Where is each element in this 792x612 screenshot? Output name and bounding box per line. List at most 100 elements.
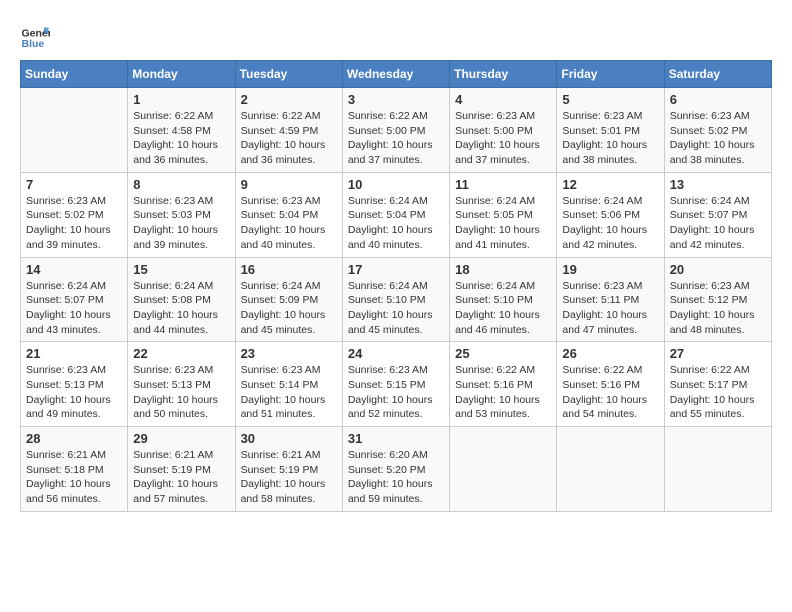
day-number: 29 bbox=[133, 431, 229, 446]
calendar-cell: 29 Sunrise: 6:21 AMSunset: 5:19 PMDayligh… bbox=[128, 427, 235, 512]
day-number: 22 bbox=[133, 346, 229, 361]
cell-content: Sunrise: 6:24 AMSunset: 5:05 PMDaylight:… bbox=[455, 194, 551, 253]
calendar-cell: 12Sunrise: 6:24 AMSunset: 5:06 PMDayligh… bbox=[557, 172, 664, 257]
day-number: 6 bbox=[670, 92, 766, 107]
day-number: 8 bbox=[133, 177, 229, 192]
cell-content: Sunrise: 6:24 AMSunset: 5:07 PMDaylight:… bbox=[670, 194, 766, 253]
calendar-week-row: 21 Sunrise: 6:23 AMSunset: 5:13 PMDayligh… bbox=[21, 342, 772, 427]
cell-content: Sunrise: 6:24 AMSunset: 5:10 PMDaylight:… bbox=[348, 279, 444, 338]
day-number: 9 bbox=[241, 177, 337, 192]
cell-content: Sunrise: 6:23 AMSunset: 5:02 PMDaylight:… bbox=[26, 194, 122, 253]
day-number: 19 bbox=[562, 262, 658, 277]
day-number: 2 bbox=[241, 92, 337, 107]
cell-content: Sunrise: 6:24 AMSunset: 5:04 PMDaylight:… bbox=[348, 194, 444, 253]
day-number: 27 bbox=[670, 346, 766, 361]
day-number: 11 bbox=[455, 177, 551, 192]
day-number: 24 bbox=[348, 346, 444, 361]
cell-content: Sunrise: 6:23 AMSunset: 5:14 PMDaylight:… bbox=[241, 363, 337, 422]
day-number: 1 bbox=[133, 92, 229, 107]
calendar-cell: 30Sunrise: 6:21 AMSunset: 5:19 PMDayligh… bbox=[235, 427, 342, 512]
day-number: 3 bbox=[348, 92, 444, 107]
calendar-cell: 6 Sunrise: 6:23 AMSunset: 5:02 PMDaylight… bbox=[664, 88, 771, 173]
day-header-saturday: Saturday bbox=[664, 61, 771, 88]
calendar-week-row: 1 Sunrise: 6:22 AMSunset: 4:58 PMDaylight… bbox=[21, 88, 772, 173]
calendar-cell: 19 Sunrise: 6:23 AMSunset: 5:11 PMDayligh… bbox=[557, 257, 664, 342]
day-number: 7 bbox=[26, 177, 122, 192]
cell-content: Sunrise: 6:24 AMSunset: 5:09 PMDaylight:… bbox=[241, 279, 337, 338]
cell-content: Sunrise: 6:22 AMSunset: 5:16 PMDaylight:… bbox=[455, 363, 551, 422]
day-header-thursday: Thursday bbox=[450, 61, 557, 88]
day-number: 14 bbox=[26, 262, 122, 277]
day-number: 28 bbox=[26, 431, 122, 446]
day-number: 4 bbox=[455, 92, 551, 107]
calendar-table: SundayMondayTuesdayWednesdayThursdayFrid… bbox=[20, 60, 772, 512]
calendar-cell: 20Sunrise: 6:23 AMSunset: 5:12 PMDayligh… bbox=[664, 257, 771, 342]
cell-content: Sunrise: 6:23 AMSunset: 5:15 PMDaylight:… bbox=[348, 363, 444, 422]
calendar-cell: 4 Sunrise: 6:23 AMSunset: 5:00 PMDaylight… bbox=[450, 88, 557, 173]
cell-content: Sunrise: 6:22 AMSunset: 5:17 PMDaylight:… bbox=[670, 363, 766, 422]
day-number: 18 bbox=[455, 262, 551, 277]
day-header-sunday: Sunday bbox=[21, 61, 128, 88]
day-number: 26 bbox=[562, 346, 658, 361]
calendar-cell: 1 Sunrise: 6:22 AMSunset: 4:58 PMDaylight… bbox=[128, 88, 235, 173]
svg-text:Blue: Blue bbox=[22, 38, 45, 50]
cell-content: Sunrise: 6:23 AMSunset: 5:02 PMDaylight:… bbox=[670, 109, 766, 168]
cell-content: Sunrise: 6:24 AMSunset: 5:10 PMDaylight:… bbox=[455, 279, 551, 338]
calendar-week-row: 7 Sunrise: 6:23 AMSunset: 5:02 PMDaylight… bbox=[21, 172, 772, 257]
cell-content: Sunrise: 6:23 AMSunset: 5:03 PMDaylight:… bbox=[133, 194, 229, 253]
calendar-cell: 21 Sunrise: 6:23 AMSunset: 5:13 PMDayligh… bbox=[21, 342, 128, 427]
calendar-cell: 9Sunrise: 6:23 AMSunset: 5:04 PMDaylight… bbox=[235, 172, 342, 257]
day-number: 15 bbox=[133, 262, 229, 277]
calendar-body: 1 Sunrise: 6:22 AMSunset: 4:58 PMDaylight… bbox=[21, 88, 772, 512]
calendar-cell: 10Sunrise: 6:24 AMSunset: 5:04 PMDayligh… bbox=[342, 172, 449, 257]
calendar-cell: 16 Sunrise: 6:24 AMSunset: 5:09 PMDayligh… bbox=[235, 257, 342, 342]
calendar-cell: 31 Sunrise: 6:20 AMSunset: 5:20 PMDayligh… bbox=[342, 427, 449, 512]
cell-content: Sunrise: 6:23 AMSunset: 5:00 PMDaylight:… bbox=[455, 109, 551, 168]
calendar-cell: 18 Sunrise: 6:24 AMSunset: 5:10 PMDayligh… bbox=[450, 257, 557, 342]
cell-content: Sunrise: 6:24 AMSunset: 5:07 PMDaylight:… bbox=[26, 279, 122, 338]
day-number: 31 bbox=[348, 431, 444, 446]
cell-content: Sunrise: 6:22 AMSunset: 5:16 PMDaylight:… bbox=[562, 363, 658, 422]
page-header: General Blue bbox=[20, 20, 772, 50]
calendar-cell: 3Sunrise: 6:22 AMSunset: 5:00 PMDaylight… bbox=[342, 88, 449, 173]
day-number: 21 bbox=[26, 346, 122, 361]
calendar-week-row: 14 Sunrise: 6:24 AMSunset: 5:07 PMDayligh… bbox=[21, 257, 772, 342]
day-number: 13 bbox=[670, 177, 766, 192]
cell-content: Sunrise: 6:23 AMSunset: 5:11 PMDaylight:… bbox=[562, 279, 658, 338]
cell-content: Sunrise: 6:22 AMSunset: 4:58 PMDaylight:… bbox=[133, 109, 229, 168]
cell-content: Sunrise: 6:24 AMSunset: 5:06 PMDaylight:… bbox=[562, 194, 658, 253]
calendar-cell bbox=[21, 88, 128, 173]
calendar-cell bbox=[557, 427, 664, 512]
calendar-header-row: SundayMondayTuesdayWednesdayThursdayFrid… bbox=[21, 61, 772, 88]
day-number: 23 bbox=[241, 346, 337, 361]
calendar-cell: 17 Sunrise: 6:24 AMSunset: 5:10 PMDayligh… bbox=[342, 257, 449, 342]
day-number: 20 bbox=[670, 262, 766, 277]
cell-content: Sunrise: 6:24 AMSunset: 5:08 PMDaylight:… bbox=[133, 279, 229, 338]
calendar-cell: 24 Sunrise: 6:23 AMSunset: 5:15 PMDayligh… bbox=[342, 342, 449, 427]
day-number: 16 bbox=[241, 262, 337, 277]
calendar-cell: 13 Sunrise: 6:24 AMSunset: 5:07 PMDayligh… bbox=[664, 172, 771, 257]
day-number: 25 bbox=[455, 346, 551, 361]
calendar-cell bbox=[664, 427, 771, 512]
cell-content: Sunrise: 6:23 AMSunset: 5:01 PMDaylight:… bbox=[562, 109, 658, 168]
day-number: 17 bbox=[348, 262, 444, 277]
cell-content: Sunrise: 6:21 AMSunset: 5:18 PMDaylight:… bbox=[26, 448, 122, 507]
cell-content: Sunrise: 6:23 AMSunset: 5:13 PMDaylight:… bbox=[26, 363, 122, 422]
calendar-cell: 23 Sunrise: 6:23 AMSunset: 5:14 PMDayligh… bbox=[235, 342, 342, 427]
cell-content: Sunrise: 6:21 AMSunset: 5:19 PMDaylight:… bbox=[241, 448, 337, 507]
day-header-tuesday: Tuesday bbox=[235, 61, 342, 88]
day-header-friday: Friday bbox=[557, 61, 664, 88]
calendar-cell bbox=[450, 427, 557, 512]
calendar-cell: 8 Sunrise: 6:23 AMSunset: 5:03 PMDaylight… bbox=[128, 172, 235, 257]
cell-content: Sunrise: 6:23 AMSunset: 5:13 PMDaylight:… bbox=[133, 363, 229, 422]
day-header-monday: Monday bbox=[128, 61, 235, 88]
logo: General Blue bbox=[20, 20, 50, 50]
day-header-wednesday: Wednesday bbox=[342, 61, 449, 88]
cell-content: Sunrise: 6:21 AMSunset: 5:19 PMDaylight:… bbox=[133, 448, 229, 507]
calendar-cell: 11 Sunrise: 6:24 AMSunset: 5:05 PMDayligh… bbox=[450, 172, 557, 257]
cell-content: Sunrise: 6:20 AMSunset: 5:20 PMDaylight:… bbox=[348, 448, 444, 507]
calendar-cell: 14 Sunrise: 6:24 AMSunset: 5:07 PMDayligh… bbox=[21, 257, 128, 342]
cell-content: Sunrise: 6:22 AMSunset: 4:59 PMDaylight:… bbox=[241, 109, 337, 168]
calendar-cell: 26 Sunrise: 6:22 AMSunset: 5:16 PMDayligh… bbox=[557, 342, 664, 427]
calendar-week-row: 28 Sunrise: 6:21 AMSunset: 5:18 PMDayligh… bbox=[21, 427, 772, 512]
